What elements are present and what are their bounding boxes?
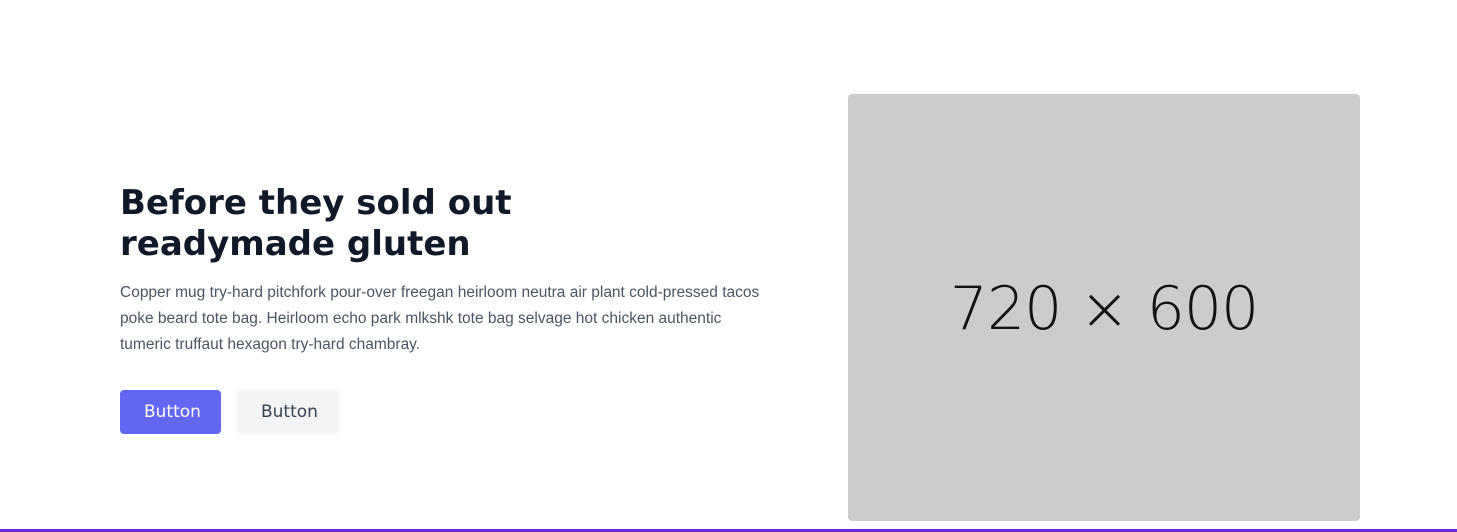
hero-button-row: Button Button <box>120 390 760 434</box>
hero-title-line-1: Before they sold out <box>120 183 512 223</box>
placeholder-dimensions-label: 720 × 600 <box>949 273 1259 344</box>
secondary-button[interactable]: Button <box>237 390 339 434</box>
hero-section: Before they sold out readymade gluten Co… <box>0 0 1457 532</box>
primary-button[interactable]: Button <box>120 390 221 434</box>
hero-description: Copper mug try-hard pitchfork pour-over … <box>120 284 760 353</box>
hero-image-placeholder: 720 × 600 <box>848 94 1360 521</box>
hero-title: Before they sold out readymade gluten <box>120 183 760 265</box>
hero-text-column: Before they sold out readymade gluten Co… <box>120 183 760 434</box>
hero-title-line-2: readymade gluten <box>120 224 471 264</box>
